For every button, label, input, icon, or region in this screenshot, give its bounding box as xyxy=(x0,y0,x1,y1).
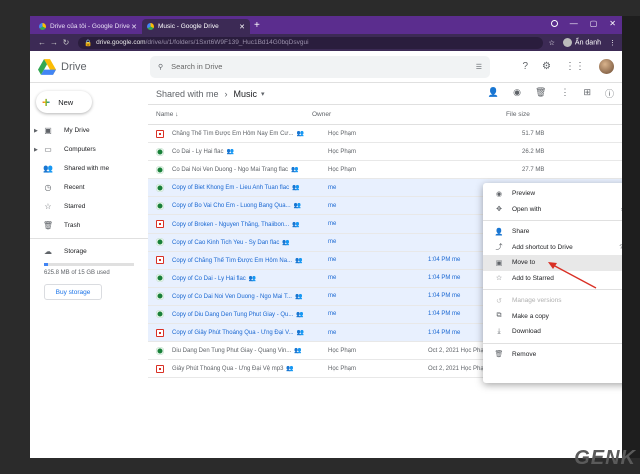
apps-grid-icon[interactable]: ⋮⋮ xyxy=(565,61,585,72)
sidebar-divider xyxy=(30,238,148,239)
sidebar-item-label: Trash xyxy=(64,222,81,229)
browser-window: Drive của tôi - Google Drive ✕ Music - G… xyxy=(30,16,622,458)
sidebar-item-trash[interactable]: 🗑 Trash xyxy=(30,216,148,235)
drive-logo[interactable]: Drive xyxy=(38,58,150,75)
drive-header: Drive ⚲ Search in Drive ☰ ? ⚙ ⋮⋮ xyxy=(30,51,622,83)
tab-label: Music - Google Drive xyxy=(158,23,219,30)
trash-icon: 🗑 xyxy=(42,221,54,230)
plus-icon: + xyxy=(42,94,51,110)
search-icon[interactable]: ⚲ xyxy=(158,63,163,71)
watermark-logo: GENK xyxy=(574,447,636,469)
close-tab-icon[interactable]: ✕ xyxy=(131,23,137,31)
search-options-icon[interactable]: ☰ xyxy=(476,63,482,71)
sidebar-item-label: Storage xyxy=(64,248,87,255)
cloud-icon: ☁ xyxy=(44,247,52,256)
tab-bar: Drive của tôi - Google Drive ✕ Music - G… xyxy=(30,16,622,34)
expand-caret-icon[interactable]: ▶ xyxy=(34,147,42,153)
sidebar-item-label: Shared with me xyxy=(64,165,110,172)
address-bar-row: ← → ↻ 🔒 drive.google.com/drive/u/1/folde… xyxy=(30,34,622,51)
settings-gear-icon[interactable]: ⚙ xyxy=(542,61,551,72)
storage-bar-fill xyxy=(44,263,48,266)
browser-menu-icon[interactable]: ⋮ xyxy=(609,39,616,47)
reload-icon[interactable]: ↻ xyxy=(60,38,72,47)
drive-logo-icon xyxy=(38,58,56,75)
forward-icon[interactable]: → xyxy=(48,38,60,47)
drive-icon: ▣ xyxy=(44,126,52,135)
search-box[interactable]: ⚲ Search in Drive ☰ xyxy=(150,55,490,78)
sidebar-item-label: Computers xyxy=(64,146,96,153)
sidebar-item-starred[interactable]: ☆ Starred xyxy=(30,197,148,216)
storage-usage-text: 625.8 MB of 15 GB used xyxy=(44,270,110,276)
header-actions: ? ⚙ ⋮⋮ xyxy=(522,59,614,74)
expand-caret-icon[interactable]: ▶ xyxy=(34,128,42,134)
sidebar-item-storage[interactable]: ☁ Storage xyxy=(30,242,148,261)
sidebar-item-shared[interactable]: 👥 Shared with me xyxy=(30,159,148,178)
storage-bar xyxy=(44,263,134,266)
maximize-icon[interactable]: ▢ xyxy=(590,19,598,28)
incognito-profile[interactable]: Ẩn danh xyxy=(562,38,601,47)
sidebar-item-label: My Drive xyxy=(64,127,90,134)
drive-body: + New ▶ ▣ My Drive ▶ ▭ Computers 👥 Share… xyxy=(30,83,622,458)
annotation-arrow xyxy=(548,262,597,289)
close-tab-icon[interactable]: ✕ xyxy=(239,23,245,31)
account-avatar[interactable] xyxy=(599,59,614,74)
tab-label: Drive của tôi - Google Drive xyxy=(50,23,130,30)
drive-favicon-icon xyxy=(39,23,46,30)
bookmark-star-icon[interactable]: ☆ xyxy=(549,39,555,47)
sidebar-item-label: Starred xyxy=(64,203,86,210)
window-controls: — ▢ ✕ xyxy=(550,19,616,28)
profile-label: Ẩn danh xyxy=(574,39,601,47)
tab-my-drive[interactable]: Drive của tôi - Google Drive ✕ xyxy=(34,19,142,34)
new-button[interactable]: + New xyxy=(36,91,92,113)
extension-icon[interactable] xyxy=(550,20,558,27)
buy-storage-button[interactable]: Buy storage xyxy=(44,284,102,300)
new-tab-icon[interactable]: + xyxy=(254,20,260,31)
people-icon: 👥 xyxy=(43,164,53,173)
search-input[interactable]: Search in Drive xyxy=(171,62,476,71)
clock-icon: ◷ xyxy=(44,183,52,192)
sidebar-item-recent[interactable]: ◷ Recent xyxy=(30,178,148,197)
url-path: /drive/u/1/folders/1Sxrt6W9F139_Huc1Bd14… xyxy=(145,39,309,46)
lock-icon: 🔒 xyxy=(84,39,93,47)
minimize-icon[interactable]: — xyxy=(570,19,578,28)
sidebar: + New ▶ ▣ My Drive ▶ ▭ Computers 👥 Share… xyxy=(30,83,148,458)
drive-favicon-icon xyxy=(147,23,154,30)
computer-icon: ▭ xyxy=(44,145,52,154)
close-window-icon[interactable]: ✕ xyxy=(609,19,616,28)
browser-actions: ☆ Ẩn danh ⋮ xyxy=(549,38,616,47)
back-icon[interactable]: ← xyxy=(36,38,48,47)
background-window-edge xyxy=(622,16,640,458)
url-host: drive.google.com xyxy=(96,39,146,46)
new-label: New xyxy=(58,97,74,107)
file-list-area: Shared with me › Music ▾ 👤 ◉ 🗑 ⋮ ⊞ ⓘ Nam… xyxy=(148,83,622,458)
incognito-icon xyxy=(562,38,572,47)
help-icon[interactable]: ? xyxy=(522,61,528,72)
star-icon: ☆ xyxy=(44,202,52,211)
sidebar-item-computers[interactable]: ▶ ▭ Computers xyxy=(30,140,148,159)
app-name: Drive xyxy=(61,60,87,73)
sidebar-item-label: Recent xyxy=(64,184,85,191)
sidebar-item-my-drive[interactable]: ▶ ▣ My Drive xyxy=(30,121,148,140)
tab-music[interactable]: Music - Google Drive ✕ xyxy=(142,19,250,34)
url-field[interactable]: 🔒 drive.google.com/drive/u/1/folders/1Sx… xyxy=(78,36,543,49)
